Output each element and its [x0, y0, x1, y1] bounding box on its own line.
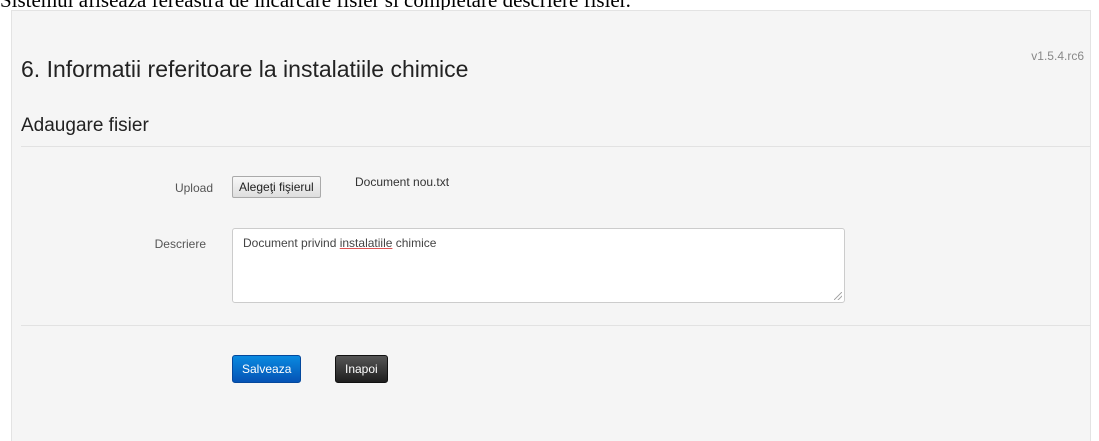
upload-label: Upload	[174, 181, 213, 195]
divider	[21, 146, 1091, 147]
description-text-before: Document privind	[243, 236, 340, 250]
page-title: 6. Informatii referitoare la instalatiil…	[21, 56, 469, 82]
version-label: v1.5.4.rc6	[1031, 49, 1084, 63]
description-text-after: chimice	[392, 236, 437, 250]
choose-file-button[interactable]: Alegeţi fişierul	[232, 176, 321, 198]
description-text-misspelled: instalatiile	[339, 236, 393, 250]
selected-file-name: Document nou.txt	[355, 175, 450, 189]
description-textarea[interactable]: Document privind instalatiile chimice	[232, 228, 845, 303]
save-button[interactable]: Salveaza	[232, 355, 302, 383]
form-actions-divider	[21, 325, 1091, 326]
back-button[interactable]: Inapoi	[335, 355, 388, 383]
resize-grip-icon[interactable]	[834, 292, 842, 300]
description-label: Descriere	[154, 237, 206, 251]
section-title: Adaugare fisier	[21, 115, 149, 136]
